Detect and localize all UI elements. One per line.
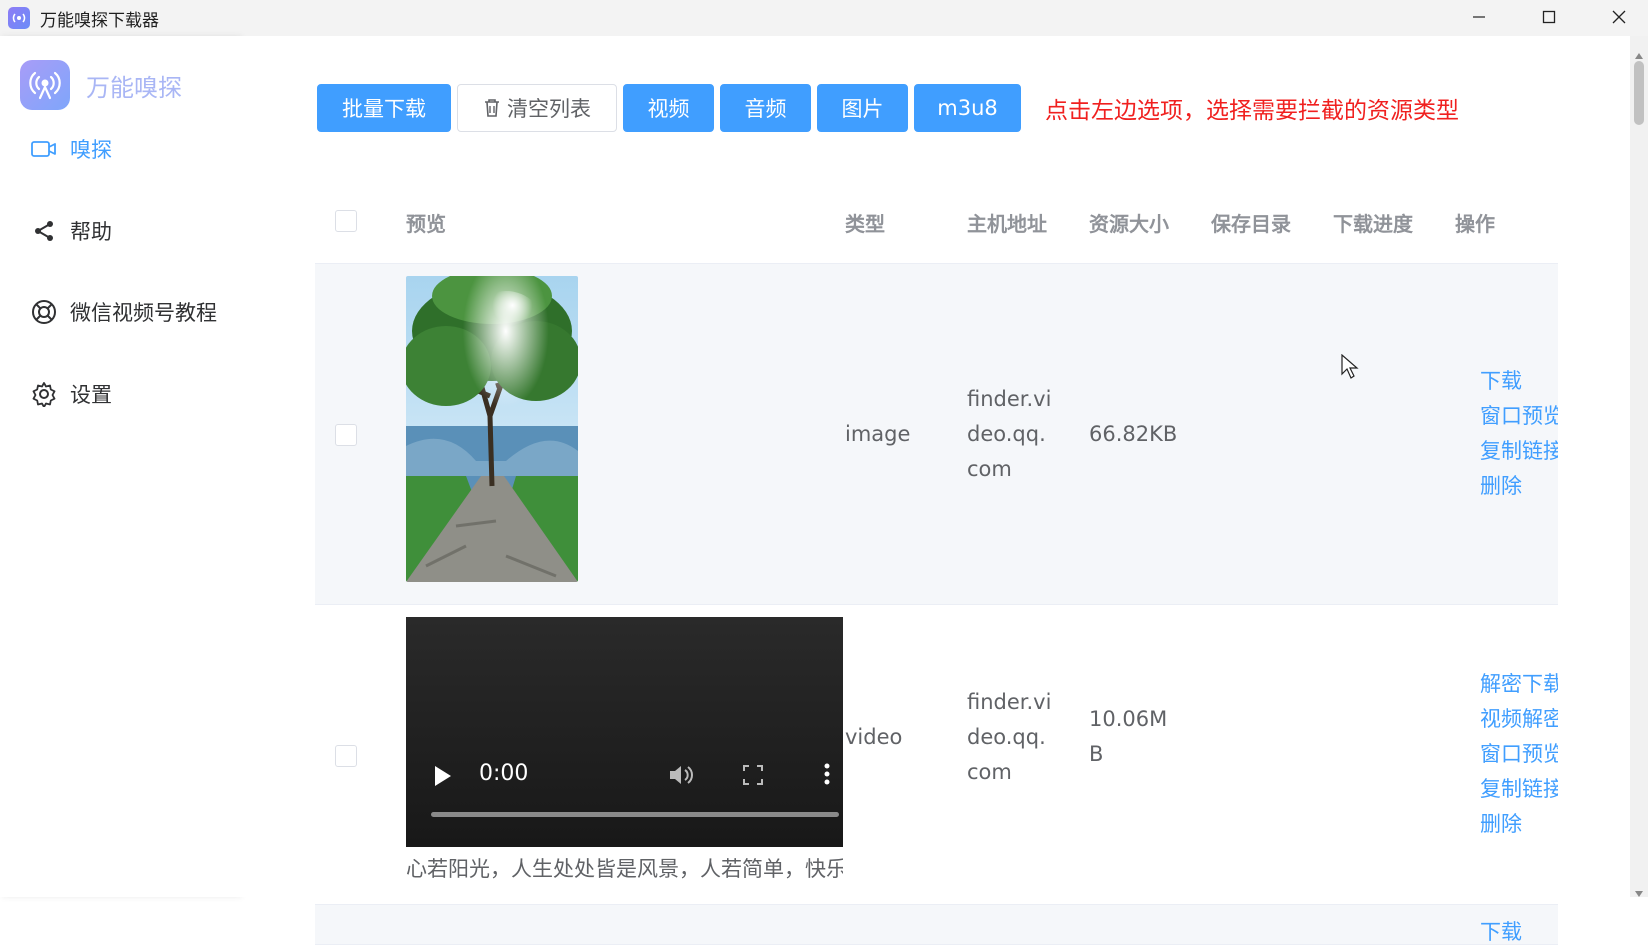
- host-line: finder.vi: [967, 387, 1052, 411]
- decrypt-download-link[interactable]: 解密下载: [1480, 667, 1558, 702]
- sidebar-item-sniff[interactable]: 嗅探: [30, 134, 112, 164]
- filter-video-button[interactable]: 视频: [623, 84, 714, 132]
- actions-cell: 解密下载 视频解密 窗口预览 复制链接 删除: [1480, 667, 1558, 842]
- actions-cell: 下载 窗口预览 复制链接 删除: [1480, 364, 1558, 504]
- select-all-checkbox[interactable]: [335, 210, 357, 232]
- hint-text: 点击左边选项，选择需要拦截的资源类型: [1045, 98, 1459, 124]
- size-line: 10.06M: [1089, 707, 1168, 731]
- delete-link[interactable]: 删除: [1480, 807, 1558, 842]
- resource-table: 预览 类型 主机地址 资源大小 保存目录 下载进度 操作 image finde…: [315, 176, 1558, 945]
- size-line: 66.82KB: [1089, 422, 1178, 446]
- header-type: 类型: [845, 212, 885, 236]
- header-preview: 预览: [406, 212, 446, 236]
- video-progress-bar[interactable]: [431, 812, 839, 817]
- video-caption: 心若阳光，人生处处皆是风景，人若简单，快乐: [406, 857, 843, 881]
- window-preview-link[interactable]: 窗口预览: [1480, 737, 1558, 772]
- table-row: 下载: [315, 905, 1558, 945]
- header-actions: 操作: [1455, 212, 1495, 236]
- filter-m3u8-button[interactable]: m3u8: [914, 84, 1021, 132]
- host-line: finder.vi: [967, 690, 1052, 714]
- video-player[interactable]: 0:00: [406, 617, 843, 847]
- size-cell: 66.82KB: [1089, 417, 1177, 452]
- filter-image-button[interactable]: 图片: [817, 84, 908, 132]
- row-checkbox[interactable]: [335, 745, 357, 767]
- sidebar-item-settings[interactable]: 设置: [30, 379, 112, 409]
- row-checkbox[interactable]: [335, 424, 357, 446]
- app-icon: [8, 7, 30, 29]
- lifebuoy-icon: [30, 298, 58, 326]
- window-preview-link[interactable]: 窗口预览: [1480, 399, 1558, 434]
- host-line: deo.qq.: [967, 422, 1046, 446]
- title-bar: 万能嗅探下载器: [0, 0, 1648, 36]
- sidebar-item-help[interactable]: 帮助: [30, 216, 112, 246]
- table-header: 预览 类型 主机地址 资源大小 保存目录 下载进度 操作: [315, 176, 1558, 264]
- fullscreen-icon[interactable]: [743, 765, 763, 789]
- table-row: image finder.vi deo.qq. com 66.82KB 下载 窗…: [315, 264, 1558, 605]
- mouse-cursor: [1341, 353, 1359, 384]
- header-host: 主机地址: [967, 212, 1047, 236]
- type-cell: image: [845, 422, 911, 446]
- image-preview[interactable]: [406, 276, 578, 582]
- main-content: 批量下载 清空列表 视频 音频 图片 m3u8 点击左边选项，选择需要拦截的资源…: [240, 36, 1630, 945]
- gear-icon: [30, 380, 58, 408]
- download-link[interactable]: 下载: [1480, 915, 1558, 950]
- video-decrypt-link[interactable]: 视频解密: [1480, 702, 1558, 737]
- video-icon: [30, 135, 58, 163]
- share-icon: [30, 217, 58, 245]
- minimize-button[interactable]: [1444, 0, 1514, 34]
- scroll-down-icon[interactable]: [1635, 882, 1643, 901]
- clear-list-button[interactable]: 清空列表: [457, 84, 617, 132]
- copy-link-link[interactable]: 复制链接: [1480, 434, 1558, 469]
- header-progress: 下载进度: [1333, 212, 1413, 236]
- window-title: 万能嗅探下载器: [40, 10, 159, 31]
- delete-link[interactable]: 删除: [1480, 469, 1558, 504]
- vertical-scrollbar[interactable]: [1630, 36, 1648, 897]
- host-line: deo.qq.: [967, 725, 1046, 749]
- batch-download-button[interactable]: 批量下载: [317, 84, 451, 132]
- trash-icon: [483, 98, 501, 118]
- sidebar-item-label: 设置: [70, 383, 112, 407]
- host-line: com: [967, 760, 1012, 784]
- volume-icon[interactable]: [668, 763, 694, 791]
- sidebar-item-wechat-tutorial[interactable]: 微信视频号教程: [30, 297, 217, 327]
- close-button[interactable]: [1584, 0, 1648, 34]
- header-save-dir: 保存目录: [1211, 212, 1291, 236]
- download-link[interactable]: 下载: [1480, 364, 1558, 399]
- toolbar: 批量下载 清空列表 视频 音频 图片 m3u8 点击左边选项，选择需要拦截的资源…: [317, 84, 1459, 132]
- host-cell: finder.vi deo.qq. com: [967, 382, 1051, 487]
- actions-cell: 下载: [1480, 915, 1558, 950]
- clear-list-label: 清空列表: [507, 97, 591, 121]
- type-cell: video: [845, 725, 903, 749]
- logo-text: 万能嗅探: [86, 73, 182, 102]
- logo: 万能嗅探: [20, 60, 182, 110]
- video-time: 0:00: [479, 761, 529, 786]
- sidebar-item-label: 帮助: [70, 220, 112, 244]
- size-cell: 10.06M B: [1089, 702, 1167, 772]
- more-options-icon[interactable]: [824, 763, 830, 789]
- sidebar-item-label: 微信视频号教程: [70, 301, 217, 325]
- host-cell: finder.vi deo.qq. com: [967, 685, 1051, 790]
- table-row: 0:00 心若阳光，人生处处皆是风景，人若简单，快乐 video finder.…: [315, 605, 1558, 905]
- sidebar-item-label: 嗅探: [70, 138, 112, 162]
- header-size: 资源大小: [1089, 212, 1169, 236]
- scrollbar-thumb[interactable]: [1634, 61, 1644, 125]
- host-line: com: [967, 457, 1012, 481]
- filter-audio-button[interactable]: 音频: [720, 84, 811, 132]
- sidebar: 万能嗅探 嗅探 帮助 微信视频号教程 设置: [0, 36, 240, 897]
- maximize-button[interactable]: [1514, 0, 1584, 34]
- logo-icon: [20, 60, 70, 110]
- size-line: B: [1089, 742, 1104, 766]
- copy-link-link[interactable]: 复制链接: [1480, 772, 1558, 807]
- play-icon[interactable]: [434, 765, 452, 791]
